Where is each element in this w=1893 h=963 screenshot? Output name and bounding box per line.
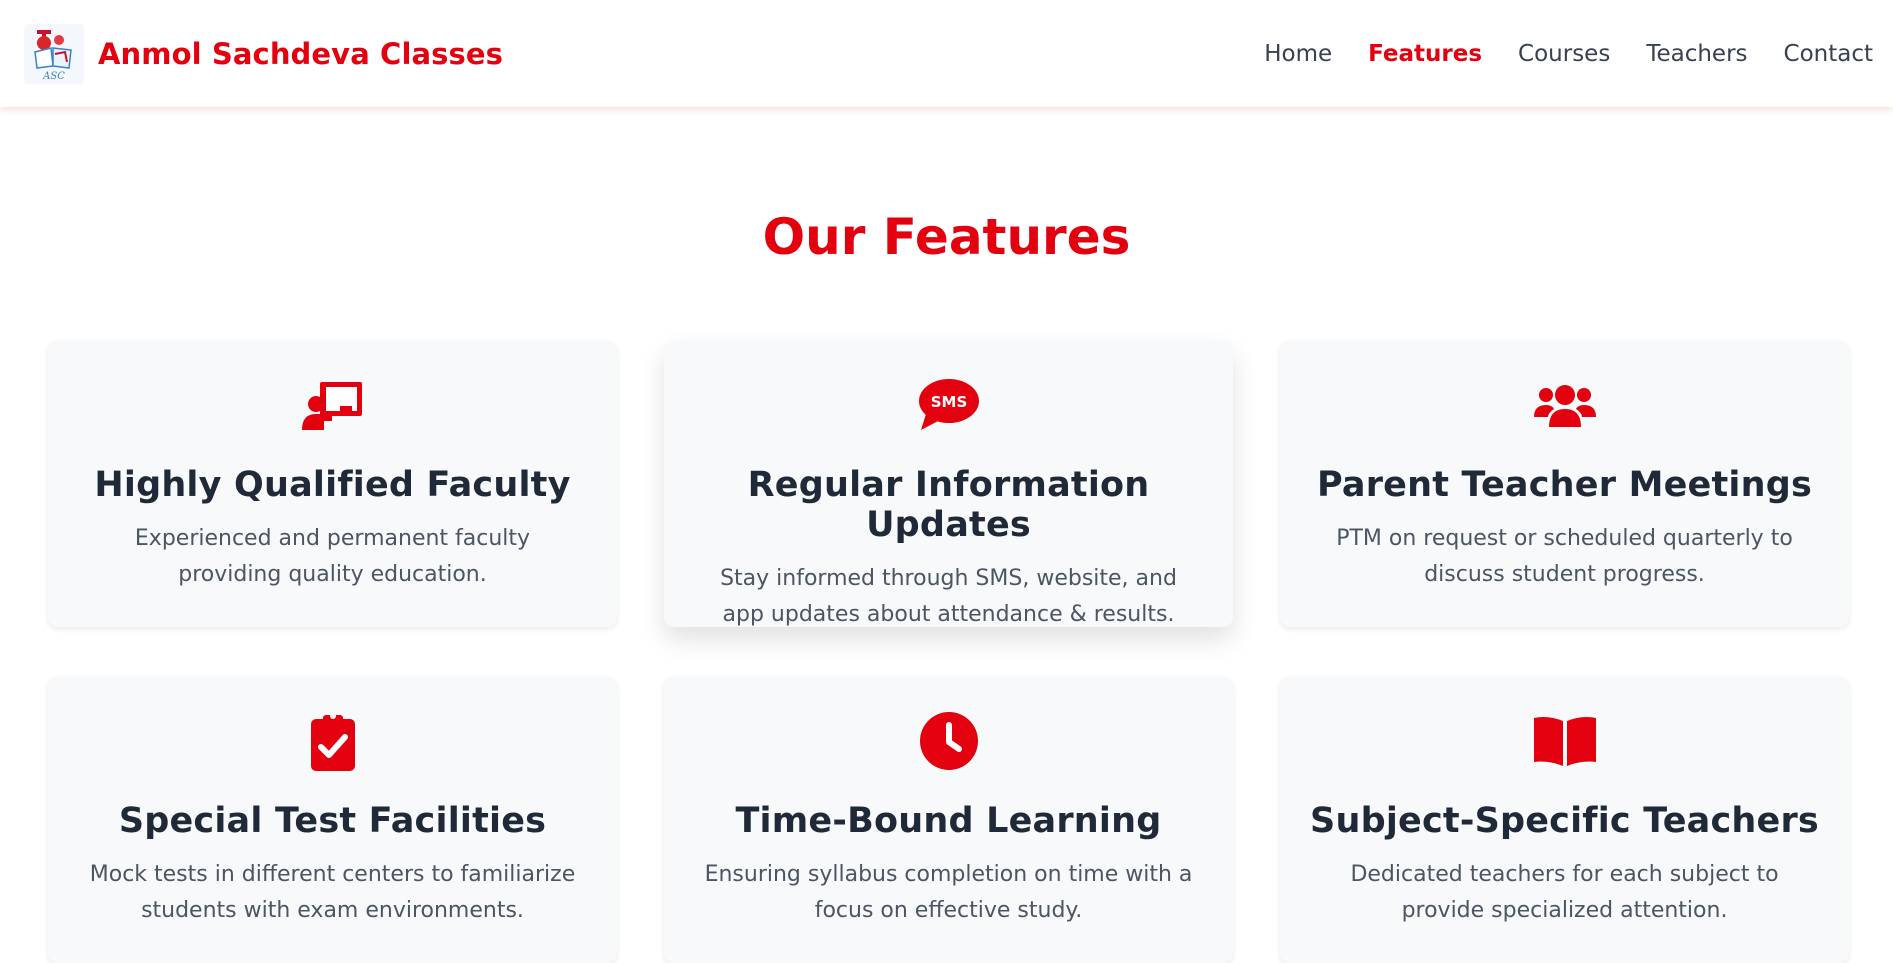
feature-description: Experienced and permanent faculty provid… [134, 526, 531, 587]
feature-card: SMS Regular Information Updates Stay inf… [664, 341, 1233, 627]
feature-description: Mock tests in different centers to famil… [89, 862, 576, 923]
clock-icon [664, 712, 1233, 770]
feature-description: Stay informed through SMS, website, and … [720, 566, 1177, 627]
feature-description: PTM on request or scheduled quarterly to… [1336, 526, 1793, 587]
features-grid: Highly Qualified Faculty Experienced and… [48, 341, 1849, 963]
feature-card: Special Test Facilities Mock tests in di… [48, 677, 617, 963]
clipboard-check-icon [48, 713, 617, 771]
users-icon [1280, 379, 1849, 431]
nav-contact[interactable]: Contact [1766, 41, 1873, 67]
book-open-icon [1280, 715, 1849, 767]
nav-teachers[interactable]: Teachers [1628, 41, 1765, 67]
feature-description: Dedicated teachers for each subject to p… [1350, 862, 1779, 923]
feature-title: Subject-Specific Teachers [1310, 801, 1819, 841]
feature-description: Ensuring syllabus completion on time wit… [704, 862, 1193, 923]
logo: ASC [24, 23, 84, 84]
feature-card: Highly Qualified Faculty Experienced and… [48, 341, 617, 627]
nav-home[interactable]: Home [1246, 41, 1350, 67]
feature-title: Time-Bound Learning [735, 801, 1162, 841]
feature-card: Parent Teacher Meetings PTM on request o… [1280, 341, 1849, 627]
brand-name: Anmol Sachdeva Classes [98, 36, 503, 71]
site-header: ASC Anmol Sachdeva Classes Home Features… [0, 0, 1893, 107]
feature-title: Regular Information Updates [747, 465, 1150, 545]
feature-card: Time-Bound Learning Ensuring syllabus co… [664, 677, 1233, 963]
section-title: Our Features [762, 208, 1131, 266]
svg-text:ASC: ASC [42, 71, 65, 82]
main-nav: Home Features Courses Teachers Contact [1246, 0, 1873, 107]
feature-title: Parent Teacher Meetings [1316, 465, 1813, 505]
feature-title: Highly Qualified Faculty [94, 465, 571, 505]
nav-features[interactable]: Features [1350, 41, 1500, 67]
brand-link[interactable]: ASC Anmol Sachdeva Classes [24, 23, 503, 84]
svg-text:SMS: SMS [930, 393, 967, 411]
feature-title: Special Test Facilities [118, 801, 547, 841]
nav-courses[interactable]: Courses [1500, 41, 1628, 67]
feature-card: Subject-Specific Teachers Dedicated teac… [1280, 677, 1849, 963]
logo-icon: ASC [34, 29, 72, 82]
sms-icon: SMS [664, 379, 1233, 431]
chalkboard-teacher-icon [48, 379, 617, 431]
